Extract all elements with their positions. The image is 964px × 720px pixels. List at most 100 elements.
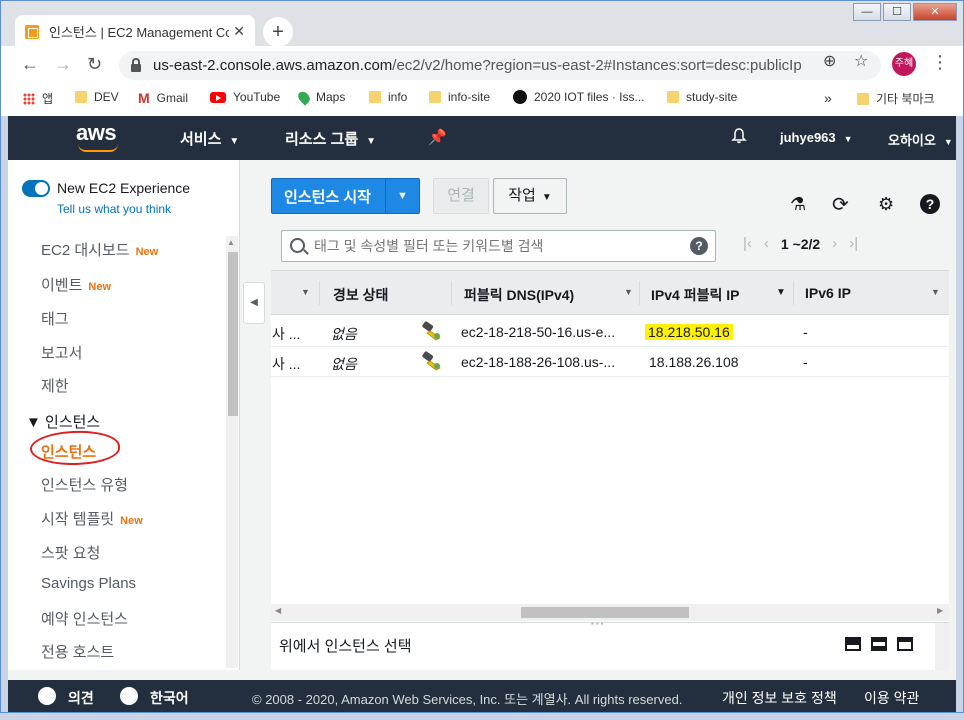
chevron-down-icon[interactable]: ▼ (384, 179, 419, 213)
alarm-status-cell: 없음 (331, 326, 357, 342)
region-menu[interactable]: 오하이오 ▼ (888, 130, 953, 149)
bookmark-iot-files[interactable]: 2020 IOT files · Iss... (513, 90, 644, 104)
search-help-icon[interactable]: ? (690, 237, 708, 255)
account-menu[interactable]: juhye963 ▼ (780, 130, 853, 145)
pane-layout-bottom-icon[interactable] (845, 637, 861, 651)
scroll-left-icon[interactable]: ◀ (275, 606, 281, 615)
sidebar-item-savings-plans[interactable]: Savings Plans (41, 575, 136, 592)
profile-avatar[interactable]: 주혜 (892, 52, 916, 76)
bookmark-info[interactable]: info (369, 90, 407, 104)
pin-icon[interactable]: 📌 (428, 128, 447, 146)
refresh-icon[interactable]: ⟳ (832, 192, 849, 217)
column-header-ipv4-public-ip[interactable]: IPv4 퍼블릭 IP (651, 285, 739, 305)
pane-layout-split-icon[interactable] (871, 637, 887, 651)
column-header-public-dns[interactable]: 퍼블릭 DNS(IPv4) (464, 285, 574, 305)
notification-bell-icon[interactable] (731, 128, 747, 144)
last-page-icon[interactable]: ›| (849, 235, 858, 252)
feedback-speech-bubble-icon (38, 687, 56, 705)
bookmark-info-site[interactable]: info-site (429, 90, 490, 104)
bookmark-dev[interactable]: DEV (75, 90, 119, 104)
new-tab-button[interactable]: + (263, 17, 293, 47)
maximize-button[interactable]: ☐ (883, 3, 911, 21)
create-alarm-icon[interactable] (421, 321, 443, 341)
launch-instance-button[interactable]: 인스턴스 시작 ▼ (271, 178, 420, 214)
actions-button[interactable]: 작업 ▼ (493, 178, 567, 214)
chevron-left-icon: ◀ (250, 297, 258, 308)
sidebar-item-instance-types[interactable]: 인스턴스 유형 (41, 474, 128, 495)
next-page-icon[interactable]: › (832, 235, 837, 252)
bookmarks-overflow-icon[interactable]: » (824, 90, 832, 106)
create-alarm-icon[interactable] (421, 351, 443, 371)
zoom-icon[interactable]: ⊕ (823, 51, 836, 71)
horizontal-scrollbar[interactable]: ◀ ▶ (271, 604, 949, 621)
table-row[interactable]: 사 ... 없음 ec2-18-218-50-16.us-e... 18.218… (271, 317, 949, 347)
table-row[interactable]: 사 ... 없음 ec2-18-188-26-108.us-... 18.188… (271, 347, 949, 377)
column-header-ipv6-ip[interactable]: IPv6 IP (805, 285, 851, 301)
feedback-link[interactable]: 의견 (68, 688, 94, 708)
sidebar-item-reports[interactable]: 보고서 (41, 342, 82, 363)
sort-caret-icon[interactable]: ▼ (931, 287, 940, 297)
feedback-link[interactable]: Tell us what you think (57, 202, 171, 216)
sidebar-item-launch-templates[interactable]: 시작 템플릿 New (41, 508, 143, 529)
horizontal-scroll-thumb[interactable] (521, 607, 689, 618)
sidebar-item-dedicated-hosts[interactable]: 전용 호스트 (41, 641, 114, 662)
pane-layout-top-icon[interactable] (897, 637, 913, 651)
sidebar-scroll-thumb[interactable] (228, 252, 238, 416)
aws-logo[interactable]: aws (76, 120, 117, 146)
forward-arrow-icon[interactable]: → (54, 54, 72, 75)
detail-scrollbar[interactable] (935, 623, 949, 671)
search-input[interactable] (314, 236, 684, 256)
sidebar-item-dashboard[interactable]: EC2 대시보드 New (41, 239, 158, 260)
resource-groups-menu[interactable]: 리소스 그룹 ▼ (285, 128, 376, 149)
folder-icon (75, 91, 87, 103)
chrome-menu-icon[interactable]: ⋮ (931, 52, 949, 73)
pane-resize-handle[interactable]: ▪▪▪ (591, 619, 606, 628)
terms-of-use-link[interactable]: 이용 약관 (864, 688, 919, 708)
services-menu[interactable]: 서비스 ▼ (180, 128, 239, 149)
sidebar-item-reserved-instances[interactable]: 예약 인스턴스 (41, 608, 128, 629)
sort-caret-icon[interactable]: ▼ (301, 287, 310, 297)
address-bar[interactable]: us-east-2.console.aws.amazon.com/ec2/v2/… (119, 51, 881, 80)
sidebar-item-limits[interactable]: 제한 (41, 375, 69, 396)
bookmark-study-site[interactable]: study-site (667, 90, 737, 104)
ipv4-public-ip-cell: 18.188.26.108 (649, 354, 739, 370)
other-bookmarks[interactable]: 기타 북마크 (857, 90, 935, 107)
tab-close-icon[interactable]: ✕ (233, 23, 245, 40)
bookmark-youtube[interactable]: YouTube (210, 90, 280, 104)
connect-button[interactable]: 연결 (433, 178, 489, 214)
privacy-policy-link[interactable]: 개인 정보 보호 정책 (722, 688, 837, 708)
column-header-alarm-status[interactable]: 경보 상태 (333, 285, 388, 305)
bookmark-apps[interactable]: 앱 (23, 90, 53, 107)
filter-row: ? |‹ ‹ 1 ~2/2 › ›| (271, 224, 949, 270)
folder-icon (667, 91, 679, 103)
sidebar-item-events[interactable]: 이벤트 New (41, 274, 111, 295)
sort-caret-icon[interactable]: ▼ (624, 287, 633, 297)
language-selector[interactable]: 한국어 (150, 688, 189, 708)
bookmark-maps[interactable]: Maps (295, 88, 345, 106)
ipv6-ip-cell: - (803, 354, 808, 370)
bookmark-star-icon[interactable]: ☆ (854, 51, 868, 71)
chevron-down-icon: ▼ (843, 134, 853, 144)
scroll-up-icon[interactable]: ▲ (227, 238, 235, 247)
back-arrow-icon[interactable]: ← (21, 54, 39, 75)
bookmark-gmail[interactable]: M Gmail (138, 90, 188, 106)
url-text: us-east-2.console.aws.amazon.com/ec2/v2/… (153, 57, 802, 74)
aws-favicon-icon (25, 24, 39, 39)
sidebar-item-spot-requests[interactable]: 스팟 요청 (41, 542, 100, 563)
help-icon[interactable]: ? (920, 194, 940, 214)
first-page-icon[interactable]: |‹ (743, 235, 752, 252)
sidebar-item-tags[interactable]: 태그 (41, 308, 69, 329)
new-experience-toggle[interactable] (22, 180, 50, 197)
close-window-button[interactable]: ✕ (913, 3, 957, 21)
reload-icon[interactable]: ↻ (87, 54, 102, 75)
collapse-sidebar-button[interactable]: ◀ (243, 282, 265, 324)
prev-page-icon[interactable]: ‹ (764, 235, 769, 252)
scroll-right-icon[interactable]: ▶ (937, 606, 943, 615)
flask-icon[interactable]: ⚗ (790, 194, 806, 215)
sort-desc-icon[interactable]: ▼ (776, 287, 786, 298)
gear-icon[interactable]: ⚙ (878, 194, 894, 215)
browser-tab[interactable]: 인스턴스 | EC2 Management Co ✕ (15, 15, 255, 48)
sidebar-group-instances[interactable]: ▼ 인스턴스 (26, 411, 100, 432)
search-field[interactable]: ? (281, 230, 716, 262)
minimize-button[interactable]: — (853, 3, 881, 21)
